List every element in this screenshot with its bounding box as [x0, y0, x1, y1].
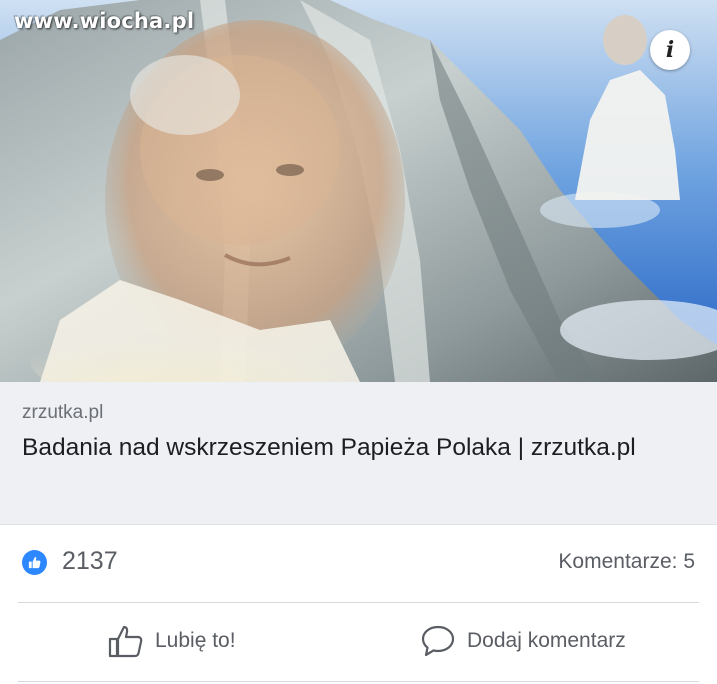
- preview-photo: [0, 0, 717, 382]
- facebook-post: www.wiocha.pl i zrzutka.pl Badania nad w…: [0, 0, 717, 684]
- comment-button[interactable]: Dodaj komentarz: [420, 621, 626, 661]
- watermark-text: www.wiocha.pl: [14, 9, 195, 33]
- info-icon[interactable]: i: [650, 30, 690, 70]
- thumbs-up-outline-icon: [108, 624, 144, 658]
- divider: [18, 681, 699, 682]
- action-bar: Lubię to! Dodaj komentarz: [0, 603, 717, 684]
- reactions-bar: 2137 Komentarze: 5: [0, 525, 717, 602]
- link-preview-caption[interactable]: zrzutka.pl Badania nad wskrzeszeniem Pap…: [0, 382, 717, 525]
- like-icon[interactable]: [22, 550, 47, 575]
- link-preview-image[interactable]: www.wiocha.pl i: [0, 0, 717, 382]
- comment-button-label: Dodaj komentarz: [467, 629, 626, 652]
- comments-count[interactable]: Komentarze: 5: [558, 550, 695, 574]
- speech-bubble-icon: [420, 624, 456, 658]
- like-count[interactable]: 2137: [62, 547, 118, 576]
- like-button[interactable]: Lubię to!: [108, 621, 236, 661]
- link-title[interactable]: Badania nad wskrzeszeniem Papieża Polaka…: [22, 430, 702, 465]
- link-domain: zrzutka.pl: [22, 402, 104, 423]
- like-button-label: Lubię to!: [155, 629, 236, 652]
